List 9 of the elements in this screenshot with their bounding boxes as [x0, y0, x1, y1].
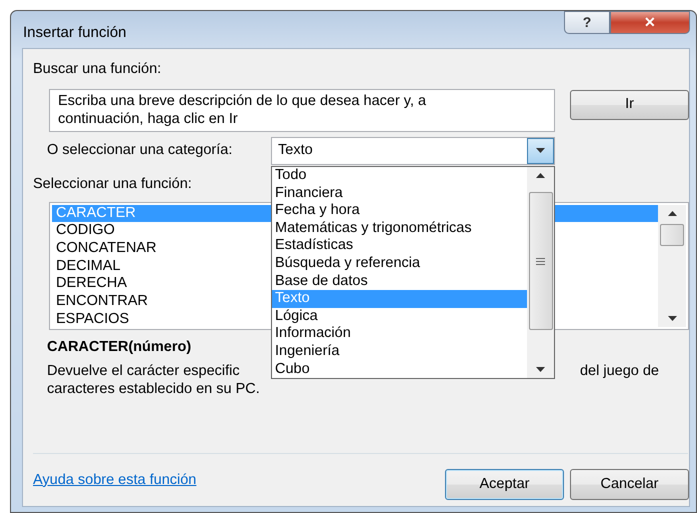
dropdown-value: Texto	[277, 140, 314, 160]
window-title: Insertar función	[23, 23, 126, 43]
description-text: del juego de	[580, 362, 659, 380]
category-label: O seleccionar una categoría:	[47, 140, 234, 160]
description-text: Devuelve el carácter especific	[47, 362, 240, 380]
description-text: caracteres establecido en su PC.	[47, 380, 261, 398]
function-signature: CARACTER(número)	[47, 338, 192, 356]
search-label: Buscar una función:	[33, 60, 162, 79]
function-list-label: Seleccionar una función:	[33, 174, 192, 194]
